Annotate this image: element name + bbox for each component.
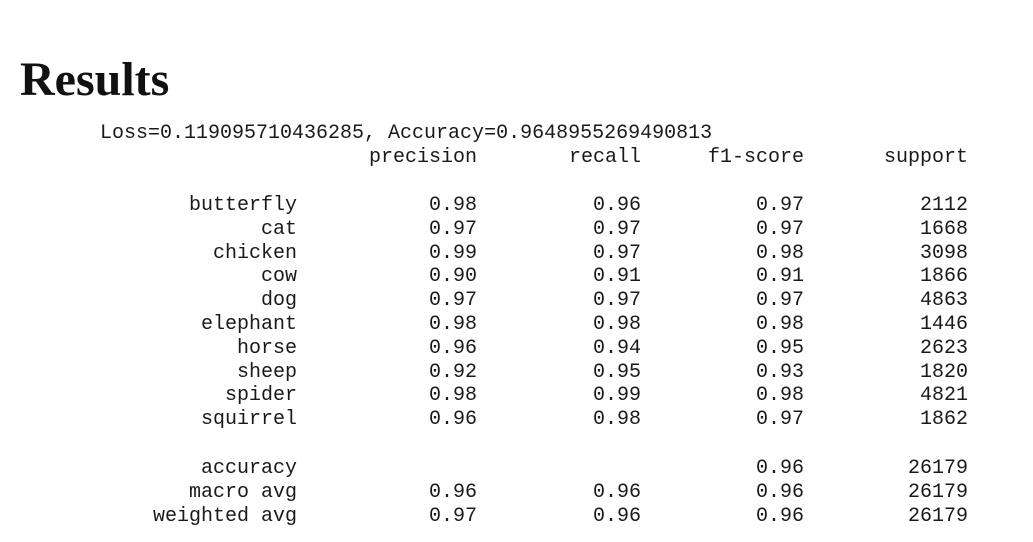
row-f1-score: 0.97 <box>755 217 804 241</box>
row-precision: 0.97 <box>428 217 477 241</box>
row-support: 1446 <box>919 313 968 336</box>
row-support: 2623 <box>919 336 968 360</box>
row-label: horse <box>236 336 297 360</box>
header-precision: precision <box>368 146 477 169</box>
classification-report: Loss=0.119095710436285, Accuracy=0.96489… <box>0 0 1033 542</box>
header-f1-score: f1-score <box>707 146 804 169</box>
row-recall: 0.97 <box>592 241 641 265</box>
row-f1-score: 0.97 <box>755 194 804 217</box>
row-recall: 0.95 <box>592 360 641 384</box>
row-label: macro avg <box>188 480 297 504</box>
row-f1-score: 0.97 <box>755 289 804 313</box>
row-precision: 0.96 <box>428 480 477 504</box>
row-recall: 0.98 <box>592 408 641 432</box>
row-label: accuracy <box>200 457 297 480</box>
row-support: 3098 <box>919 241 968 265</box>
row-recall: 0.96 <box>592 504 641 528</box>
row-label: sheep <box>236 360 297 384</box>
row-precision: 0.99 <box>428 241 477 265</box>
row-f1-score: 0.95 <box>755 336 804 360</box>
row-support: 26179 <box>907 480 968 504</box>
row-precision: 0.92 <box>428 360 477 384</box>
loss-accuracy-summary: Loss=0.119095710436285, Accuracy=0.96489… <box>100 122 713 145</box>
row-label: spider <box>224 384 297 408</box>
row-precision: 0.96 <box>428 408 477 432</box>
row-support: 4821 <box>919 384 968 408</box>
row-precision: 0.90 <box>428 265 477 289</box>
row-support: 1820 <box>919 360 968 384</box>
row-precision: 0.98 <box>428 384 477 408</box>
row-precision: 0.98 <box>428 194 477 217</box>
row-f1-score: 0.96 <box>755 480 804 504</box>
row-f1-score: 0.98 <box>755 313 804 336</box>
row-precision: 0.98 <box>428 313 477 336</box>
row-precision: 0.97 <box>428 504 477 528</box>
row-support: 1668 <box>919 217 968 241</box>
row-support: 26179 <box>907 457 968 480</box>
row-recall: 0.94 <box>592 336 641 360</box>
row-support: 1866 <box>919 265 968 289</box>
row-f1-score: 0.96 <box>755 504 804 528</box>
row-f1-score: 0.98 <box>755 384 804 408</box>
row-label: squirrel <box>200 408 297 432</box>
row-label: dog <box>260 289 297 313</box>
row-recall: 0.97 <box>592 289 641 313</box>
row-label: butterfly <box>188 194 297 217</box>
row-label: cat <box>260 217 297 241</box>
header-recall: recall <box>568 146 641 169</box>
row-recall: 0.97 <box>592 217 641 241</box>
row-f1-score: 0.91 <box>755 265 804 289</box>
row-f1-score: 0.97 <box>755 408 804 432</box>
row-label: cow <box>260 265 297 289</box>
row-support: 1862 <box>919 408 968 432</box>
row-label: weighted avg <box>152 504 297 528</box>
row-support: 4863 <box>919 289 968 313</box>
row-label: elephant <box>200 313 297 336</box>
row-support: 2112 <box>919 194 968 217</box>
row-f1-score: 0.96 <box>755 457 804 480</box>
row-precision: 0.96 <box>428 336 477 360</box>
row-label: chicken <box>212 241 297 265</box>
row-recall: 0.99 <box>592 384 641 408</box>
row-recall: 0.91 <box>592 265 641 289</box>
row-f1-score: 0.93 <box>755 360 804 384</box>
row-recall: 0.96 <box>592 194 641 217</box>
row-f1-score: 0.98 <box>755 241 804 265</box>
row-support: 26179 <box>907 504 968 528</box>
row-recall: 0.98 <box>592 313 641 336</box>
row-recall: 0.96 <box>592 480 641 504</box>
row-precision: 0.97 <box>428 289 477 313</box>
header-support: support <box>883 146 968 169</box>
